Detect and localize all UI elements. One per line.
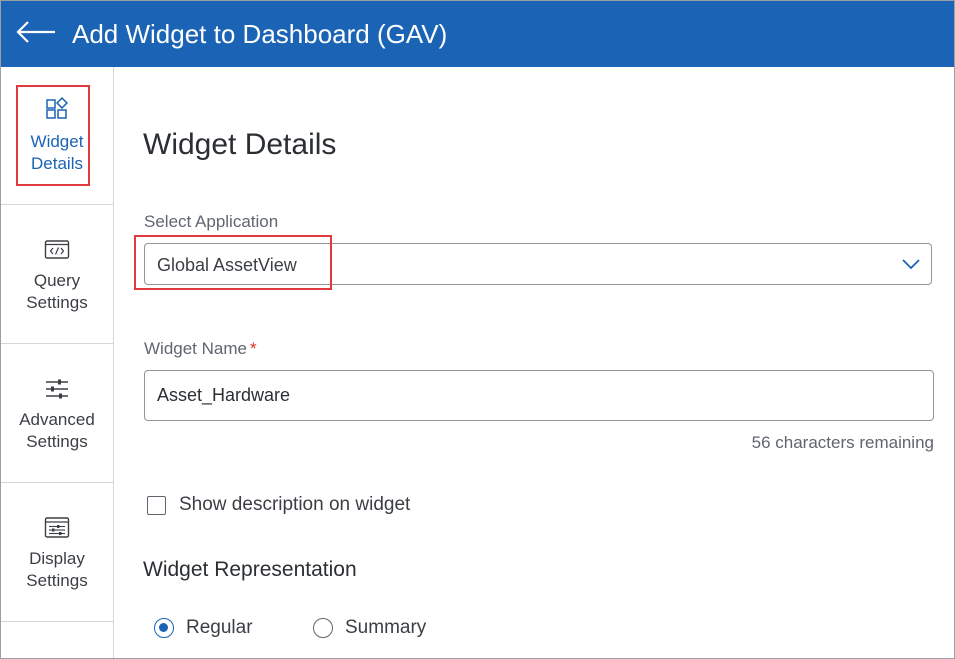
radio-label: Summary (345, 617, 427, 638)
widget-name-label: Widget Name * (144, 339, 257, 358)
show-description-checkbox-row[interactable]: Show description on widget (147, 493, 410, 517)
header-bar: Add Widget to Dashboard (GAV) (1, 1, 954, 67)
sidebar-item-display-settings[interactable]: Display Settings (1, 484, 113, 622)
widget-representation-title: Widget Representation (143, 558, 357, 581)
sidebar: Widget Details Query Settings Advanced S… (1, 67, 114, 658)
back-button[interactable] (15, 13, 59, 53)
required-mark: * (249, 339, 257, 358)
widget-name-input[interactable] (144, 370, 934, 421)
show-description-checkbox[interactable] (147, 495, 166, 515)
radio-regular[interactable]: Regular (154, 616, 253, 640)
radio-summary[interactable]: Summary (313, 616, 426, 640)
select-application-label: Select Application (144, 212, 279, 231)
widgets-icon (46, 96, 69, 119)
sidebar-item-query-settings[interactable]: Query Settings (1, 206, 113, 344)
code-icon (44, 239, 70, 259)
radio-label: Regular (186, 617, 253, 638)
radio-button[interactable] (313, 618, 333, 638)
sliders-icon (46, 379, 68, 398)
sidebar-item-label: Widget Details (30, 131, 84, 173)
sidebar-item-label: Display Settings (26, 548, 88, 590)
sidebar-item-label: Advanced Settings (19, 409, 95, 451)
sidebar-item-label: Query Settings (26, 270, 88, 312)
sidebar-item-advanced-settings[interactable]: Advanced Settings (1, 345, 113, 483)
application-select[interactable]: Global AssetView (144, 243, 932, 285)
radio-button[interactable] (154, 618, 174, 638)
page-header-title: Add Widget to Dashboard (GAV) (72, 19, 448, 49)
show-description-label: Show description on widget (179, 494, 411, 515)
sidebar-item-widget-details[interactable]: Widget Details (1, 67, 113, 205)
arrow-left-icon (16, 21, 55, 43)
application-select-value: Global AssetView (157, 255, 297, 275)
page-title: Widget Details (143, 128, 337, 161)
characters-remaining: 56 characters remaining (751, 433, 934, 452)
chevron-down-icon (902, 259, 920, 270)
dialog-frame: Add Widget to Dashboard (GAV) Widget Deta… (0, 0, 955, 659)
display-settings-icon (44, 516, 70, 538)
main-panel: Widget Details Select Application Global… (114, 67, 954, 658)
